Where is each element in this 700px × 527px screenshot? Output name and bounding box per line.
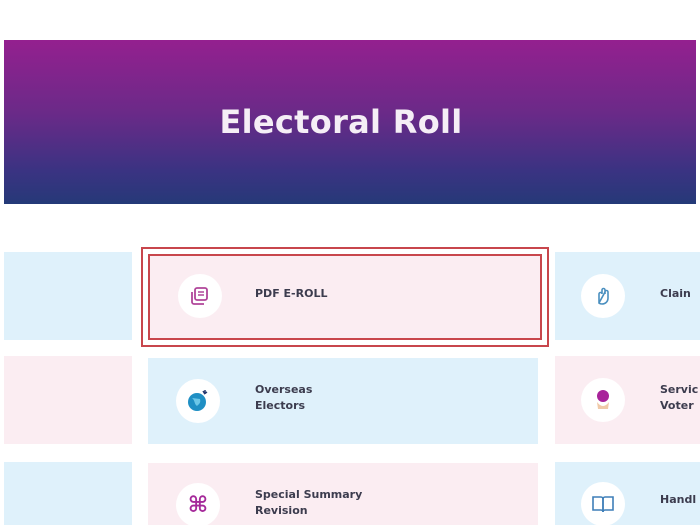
overseas-electors-label: Overseas Electors [255,383,313,412]
selection-highlight-inner [148,254,542,340]
service-voter-label: Servic Voter [660,383,699,412]
special-summary-revision-label: Special Summary Revision [255,488,363,517]
handbook-card[interactable]: Handl [555,462,700,526]
claims-label: Clain [660,287,691,300]
command-icon: ⌘ [176,483,220,527]
banner-divider [4,201,696,204]
book-icon [581,482,625,526]
service-voter-card[interactable]: Servic Voter [555,356,700,444]
card-left-row1[interactable] [4,252,132,340]
handbook-label: Handl [660,493,697,506]
card-left-row2[interactable] [4,356,132,444]
special-summary-revision-card[interactable]: ⌘ Special Summary Revision [148,463,538,527]
card-left-row3[interactable] [4,462,132,525]
overseas-electors-card[interactable]: Overseas Electors [148,358,538,444]
hand-icon [581,274,625,318]
person-pin-icon [581,378,625,422]
globe-icon [176,379,220,423]
claims-card[interactable]: Clain [555,252,700,340]
page-title: Electoral Roll [219,103,463,141]
